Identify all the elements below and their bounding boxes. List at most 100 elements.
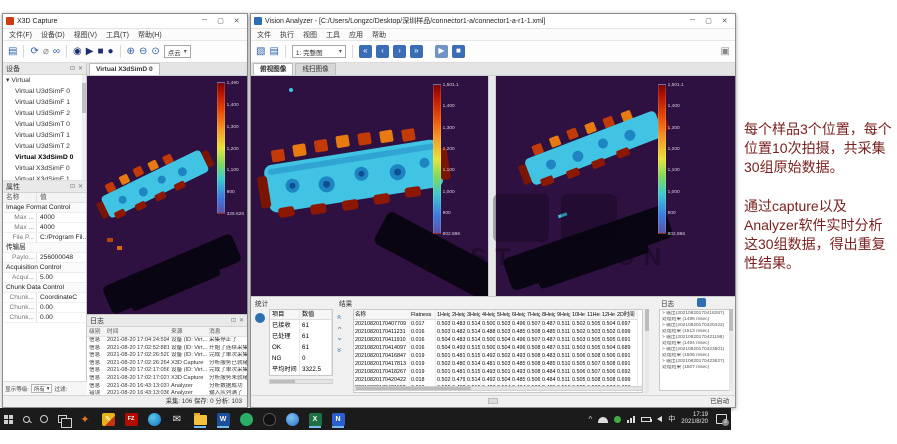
- log-row[interactable]: 信息 2021-08-20 17:02:17:056 设备 (ID: Virt.…: [87, 367, 247, 375]
- property-row[interactable]: Max ...4000: [3, 223, 86, 233]
- open-file-icon[interactable]: ▧: [256, 47, 265, 57]
- first-row-icon[interactable]: «: [335, 315, 343, 319]
- results-row[interactable]: 202108201704077090.017 0.5030.483 0.5140…: [354, 320, 642, 328]
- last-record-button[interactable]: »: [410, 45, 423, 58]
- results-row[interactable]: 202108201704140970.016 0.5040.493 0.5150…: [354, 344, 642, 352]
- stats-hscrollbar[interactable]: [269, 379, 333, 384]
- log-level-dropdown[interactable]: 所有▾: [31, 384, 53, 393]
- disconnect-icon[interactable]: ⌀: [43, 47, 49, 57]
- taskbar-app-icon[interactable]: X: [307, 410, 323, 428]
- results-row[interactable]: 202108201704168470.019 0.5010.481 0.5150…: [354, 352, 642, 360]
- play-button[interactable]: ▶: [435, 45, 448, 58]
- analyzer-log-list[interactable]: > 输出(20210820170418267) 处理结果 (1495 msec)…: [659, 309, 731, 391]
- results-row[interactable]: 202108201704182670.019 0.5010.481 0.5150…: [354, 368, 642, 376]
- results-row[interactable]: 202108201704178130.019 0.5020.480 0.5140…: [354, 360, 642, 368]
- results-row[interactable]: 202108201704119100.016 0.5040.483 0.5140…: [354, 336, 642, 344]
- results-row[interactable]: 202108201704112310.016 0.5030.482 0.5140…: [354, 328, 642, 336]
- log-row[interactable]: 信息 2021-08-20 16:43:13:037 Analyzer 分析数据…: [87, 383, 247, 391]
- tree-scrollbar[interactable]: [82, 75, 86, 180]
- menu-item[interactable]: 帮助: [372, 30, 386, 40]
- tree-node[interactable]: Virtual U3dSimF 1: [3, 97, 86, 108]
- property-row[interactable]: Chunk...CoordinateC: [3, 293, 86, 303]
- log-row[interactable]: 信息 2021-08-20 17:02:17:027 X3D Capture 分…: [87, 375, 247, 383]
- connect-icon[interactable]: ∞: [53, 47, 60, 57]
- maximize-button[interactable]: ▢: [701, 17, 716, 25]
- taskbar-app-icon[interactable]: W: [215, 410, 231, 428]
- close-panel-icon[interactable]: ✕: [78, 183, 83, 190]
- float-panel-icon[interactable]: ⊡: [70, 65, 75, 72]
- record-icon[interactable]: ●: [108, 47, 114, 57]
- taskbar-app-icon[interactable]: [238, 410, 254, 428]
- capture-titlebar[interactable]: X3D Capture ─ ▢ ✕: [3, 14, 247, 29]
- capture-3d-viewport[interactable]: 1,4901,4001,3001,2001,100900326.626: [87, 76, 247, 314]
- stats-row[interactable]: 已接收 61: [270, 320, 332, 331]
- log-row[interactable]: 信息 2021-08-20 17:02:52:881 设备 (ID: Virt.…: [87, 345, 247, 353]
- tree-node[interactable]: Virtual U3dSimT 0: [3, 119, 86, 130]
- stop-button[interactable]: ■: [452, 45, 465, 58]
- taskbar-app-icon[interactable]: ✉: [169, 410, 185, 428]
- tray-chevron-icon[interactable]: ^: [589, 415, 593, 424]
- tree-node[interactable]: Virtual U3dSimF 0: [3, 86, 86, 97]
- close-panel-icon[interactable]: ✕: [239, 317, 244, 324]
- taskbar-clock[interactable]: 17:19 2021/8/20: [681, 412, 708, 426]
- onedrive-cloud-icon[interactable]: [598, 417, 608, 423]
- tree-node[interactable]: Virtual X3dSimF 0: [3, 163, 86, 174]
- render-mode-dropdown[interactable]: 点云 ▾: [164, 45, 191, 58]
- menu-item[interactable]: 执行: [280, 30, 294, 40]
- menu-item[interactable]: 文件(F): [9, 30, 32, 40]
- property-row[interactable]: Max ...4000: [3, 213, 86, 223]
- tab-top-view-image[interactable]: 俯视图像: [253, 63, 293, 75]
- menu-item[interactable]: 设备(D): [41, 30, 65, 40]
- property-row[interactable]: File P...C:/Program Fil...: [3, 233, 86, 243]
- tree-node-root[interactable]: ▾ Virtual: [3, 75, 86, 86]
- menu-item[interactable]: 工具: [326, 30, 340, 40]
- stop-capture-icon[interactable]: ■: [97, 47, 103, 57]
- property-row[interactable]: Acqui...5.00: [3, 273, 86, 283]
- log-row[interactable]: 信息 2021-08-20 17:04:24:594 设备 (ID: Virt.…: [87, 337, 247, 345]
- analyzer-log-vscrollbar[interactable]: [729, 309, 733, 391]
- tree-node-selected[interactable]: Virtual X3dSimD 0: [3, 152, 86, 163]
- stats-row[interactable]: NG 0: [270, 353, 332, 364]
- menu-item[interactable]: 视图(V): [74, 30, 97, 40]
- snapshot-icon[interactable]: ▣: [721, 47, 730, 57]
- results-row[interactable]: 202108201704204220.018 0.5020.479 0.5140…: [354, 376, 642, 384]
- task-view-icon[interactable]: [58, 415, 67, 423]
- previous-row-icon[interactable]: ‹: [335, 327, 343, 330]
- notification-center-icon[interactable]: 2: [716, 414, 727, 424]
- analyze-icon[interactable]: [255, 313, 265, 323]
- splitter-grip[interactable]: [488, 398, 498, 404]
- float-panel-icon[interactable]: ⊡: [231, 317, 236, 324]
- taskbar-app-icon[interactable]: ✦: [77, 410, 93, 428]
- stats-row[interactable]: 已处理 61: [270, 331, 332, 342]
- taskbar-app-icon[interactable]: [261, 410, 277, 428]
- maximize-button[interactable]: ▢: [213, 17, 228, 25]
- tree-node[interactable]: Virtual U3dSimF 2: [3, 108, 86, 119]
- minimize-button[interactable]: ─: [685, 17, 700, 25]
- search-icon[interactable]: [23, 416, 30, 423]
- menu-item[interactable]: 视图: [303, 30, 317, 40]
- clear-log-icon[interactable]: [697, 298, 706, 307]
- tab-line-scan-image[interactable]: 线扫图像: [295, 63, 335, 75]
- zoom-out-icon[interactable]: ⊖: [139, 47, 147, 57]
- zoom-in-icon[interactable]: ⊕: [127, 47, 135, 57]
- results-vscrollbar[interactable]: [645, 309, 649, 393]
- log-row[interactable]: 信息 2021-08-20 17:02:26:264 X3D Capture 分…: [87, 360, 247, 368]
- start-button[interactable]: [4, 415, 13, 424]
- tree-node[interactable]: Virtual X3dSimF 1: [3, 174, 86, 181]
- save-icon[interactable]: ▤: [8, 47, 17, 57]
- log-row[interactable]: 信息 2021-08-20 17:02:26:520 设备 (ID: Virt.…: [87, 352, 247, 360]
- taskbar-app-icon[interactable]: ✎: [100, 410, 116, 428]
- first-record-button[interactable]: «: [359, 45, 372, 58]
- continuous-capture-icon[interactable]: ▶: [86, 47, 94, 57]
- close-button[interactable]: ✕: [717, 17, 732, 25]
- menu-item[interactable]: 工具(T): [106, 30, 129, 40]
- tree-node[interactable]: Virtual U3dSimT 1: [3, 130, 86, 141]
- taskbar-app-icon[interactable]: FZ: [123, 410, 139, 428]
- float-panel-icon[interactable]: ⊡: [70, 183, 75, 190]
- previous-record-button[interactable]: ‹: [376, 45, 389, 58]
- property-group[interactable]: Chunk Data Control: [3, 283, 86, 293]
- property-row[interactable]: Chunk...0.00: [3, 313, 86, 323]
- save-icon[interactable]: ▤: [269, 47, 278, 57]
- property-group[interactable]: Acquisition Control: [3, 263, 86, 273]
- taskbar-app-icon[interactable]: N: [330, 410, 346, 428]
